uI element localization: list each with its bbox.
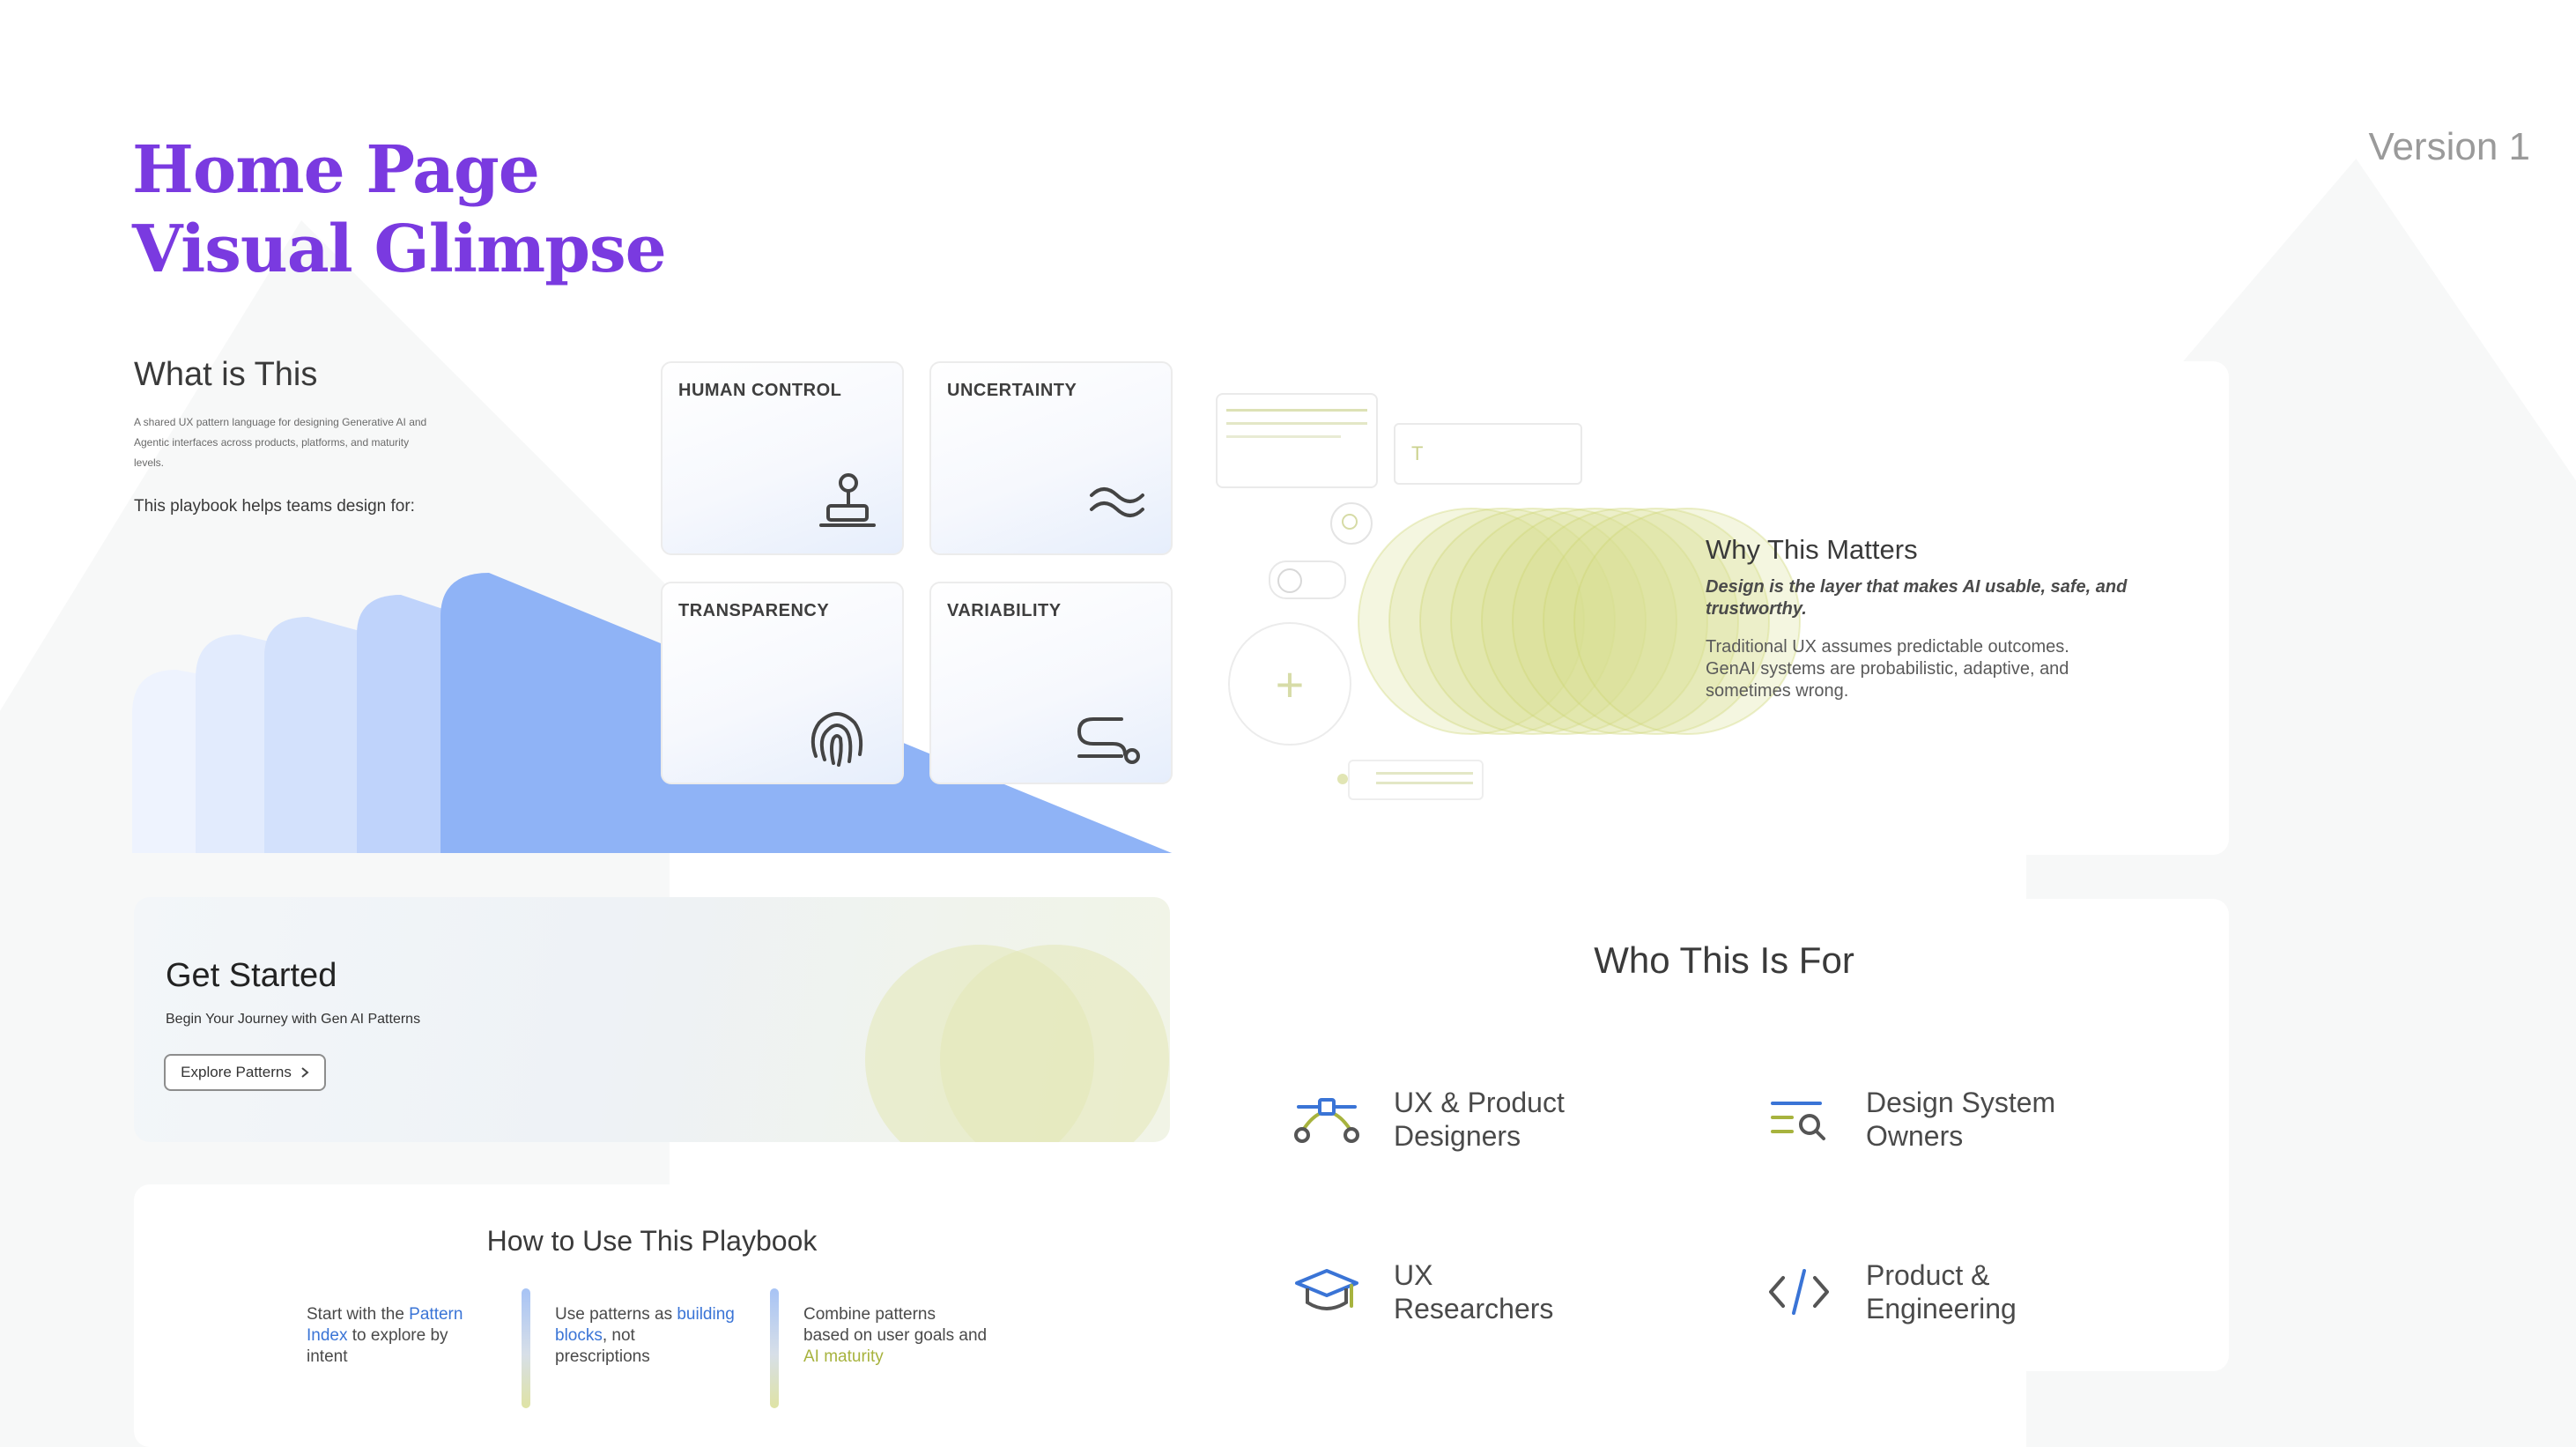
body-line-2: GenAI systems are probabilistic, adaptiv… [1706, 659, 2069, 679]
wave-icon [1090, 487, 1144, 517]
page-title-line-2: Visual Glimpse [132, 211, 667, 287]
step-text: prescriptions [555, 1347, 650, 1366]
who-this-is-for-heading: Who This Is For [1594, 939, 1854, 981]
decorative-plus-circle: + [1228, 622, 1351, 746]
what-is-this-heading: What is This [134, 356, 318, 393]
why-this-matters-panel: T + Why This Matters Design is the layer… [1216, 361, 2229, 855]
emphasis-line-1: Design is the layer that makes AI usable… [1706, 577, 2128, 597]
fingerprint-icon [811, 712, 863, 767]
label-line: Researchers [1394, 1293, 1554, 1325]
card-label: UNCERTAINTY [947, 381, 1077, 400]
chevron-right-icon [301, 1067, 309, 1078]
audience-product-engineering: Product & Engineering [1765, 1258, 2095, 1325]
why-this-matters-body: Traditional UX assumes predictable outco… [1706, 636, 2069, 702]
why-this-matters-heading: Why This Matters [1706, 534, 1918, 565]
card-label: VARIABILITY [947, 601, 1062, 620]
step-divider-2 [770, 1288, 779, 1408]
step-text: Start with the [307, 1305, 410, 1324]
page-title-line-1: Home Page [132, 132, 540, 208]
how-to-step-1: Start with the Pattern Index to explore … [307, 1304, 463, 1368]
label-line: UX [1394, 1259, 1433, 1291]
explore-patterns-button[interactable]: Explore Patterns [164, 1054, 326, 1091]
get-started-heading: Get Started [166, 957, 337, 994]
decorative-toggle [1269, 560, 1346, 599]
pattern-index-link[interactable]: Pattern [409, 1305, 463, 1324]
ai-maturity-link[interactable]: AI maturity [803, 1347, 884, 1366]
how-to-use-heading: How to Use This Playbook [486, 1225, 818, 1257]
get-started-subheading: Begin Your Journey with Gen AI Patterns [166, 1012, 421, 1027]
step-text: based on user goals and [803, 1326, 988, 1345]
how-to-step-2: Use patterns as building blocks, not pre… [555, 1304, 735, 1368]
label-line: Design System [1866, 1087, 2056, 1118]
pattern-index-link-2[interactable]: Index [307, 1326, 347, 1345]
card-label: TRANSPARENCY [678, 601, 830, 620]
what-is-this-description: A shared UX pattern language for designi… [134, 412, 426, 473]
list-search-icon [1771, 1102, 1825, 1140]
decorative-input-field: T [1394, 423, 1582, 485]
description-line-3: levels. [134, 456, 165, 469]
description-line-1: A shared UX pattern language for designi… [134, 416, 427, 428]
get-started-panel: Get Started Begin Your Journey with Gen … [134, 897, 1170, 1142]
label-line: Owners [1866, 1120, 1964, 1152]
decorative-list-line [1337, 760, 1484, 800]
label-line: Designers [1394, 1120, 1521, 1152]
principle-card-transparency[interactable]: TRANSPARENCY [661, 582, 904, 784]
how-to-step-3: Combine patterns based on user goals and… [803, 1304, 987, 1368]
step-text: Combine patterns [803, 1305, 936, 1324]
explore-patterns-label: Explore Patterns [181, 1064, 292, 1080]
audience-ux-researchers: UX Researchers [1293, 1258, 1623, 1325]
step-text: Use patterns as [555, 1305, 677, 1324]
why-this-matters-emphasis: Design is the layer that makes AI usable… [1706, 576, 2127, 620]
joystick-icon [819, 473, 876, 527]
page-title: Home Page Visual Glimpse [132, 130, 667, 289]
principle-card-human-control[interactable]: HUMAN CONTROL [661, 361, 904, 555]
label-line: UX & Product [1394, 1087, 1565, 1118]
card-label: HUMAN CONTROL [678, 381, 842, 400]
emphasis-line-2: trustworthy. [1706, 599, 1807, 619]
building-blocks-link[interactable]: building [677, 1305, 735, 1324]
path-icon [1077, 717, 1140, 764]
label-line: Product & [1866, 1259, 1990, 1291]
principle-card-variability[interactable]: VARIABILITY [929, 582, 1173, 784]
step-text: intent [307, 1347, 348, 1366]
label-line: Engineering [1866, 1293, 2017, 1325]
graduation-cap-icon [1295, 1269, 1358, 1310]
building-blocks-link-2[interactable]: blocks [555, 1326, 603, 1345]
decorative-input-letter: T [1411, 442, 1424, 464]
audience-label: Design System Owners [1866, 1086, 2095, 1153]
body-line-3: sometimes wrong. [1706, 681, 1849, 701]
playbook-helps-text: This playbook helps teams design for: [134, 497, 415, 516]
decorative-text-block [1216, 393, 1378, 488]
step-text: to explore by [347, 1326, 448, 1345]
body-line-1: Traditional UX assumes predictable outco… [1706, 637, 2069, 657]
audience-label: UX & Product Designers [1394, 1086, 1623, 1153]
how-to-use-panel: How to Use This Playbook Start with the … [134, 1184, 1170, 1447]
principle-card-uncertainty[interactable]: UNCERTAINTY [929, 361, 1173, 555]
audience-label: Product & Engineering [1866, 1258, 2095, 1325]
audience-design-system-owners: Design System Owners [1765, 1086, 2095, 1153]
get-started-circles [865, 945, 1169, 1142]
version-label: Version 1 [2368, 125, 2530, 168]
bezier-icon [1294, 1098, 1359, 1143]
audience-label: UX Researchers [1394, 1258, 1623, 1325]
code-icon [1769, 1269, 1829, 1315]
step-text: , not [602, 1326, 635, 1345]
description-line-2: Agentic interfaces across products, plat… [134, 436, 410, 449]
who-this-is-for-panel: Who This Is For UX & Product Designers D… [1219, 899, 2229, 1371]
step-divider-1 [522, 1288, 530, 1408]
audience-ux-product-designers: UX & Product Designers [1293, 1086, 1623, 1153]
